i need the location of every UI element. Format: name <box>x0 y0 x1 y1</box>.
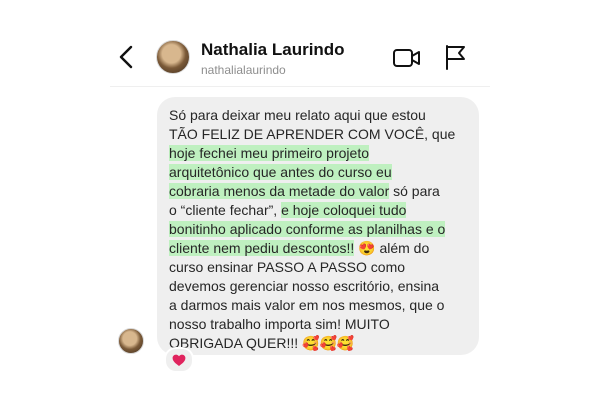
message-text: OBRIGADA QUER!!! 🥰🥰🥰 <box>169 335 355 351</box>
heart-icon <box>172 354 186 366</box>
header-divider <box>110 86 490 87</box>
message-line: bonitinho aplicado conforme as planilhas… <box>169 220 467 239</box>
message-line: devemos gerenciar nosso escritório, ensi… <box>169 277 467 296</box>
message-line: curso ensinar PASSO A PASSO como <box>169 258 467 277</box>
flag-icon[interactable] <box>443 44 467 70</box>
contact-username: nathalialaurindo <box>201 63 286 77</box>
message-text: Só para deixar meu relato aqui que estou <box>169 107 426 123</box>
chevron-left-icon[interactable] <box>116 44 138 70</box>
message-line: nosso trabalho importa sim! MUITO <box>169 315 467 334</box>
message-line: o “cliente fechar”, e hoje coloquei tudo <box>169 201 467 220</box>
message-text: o “cliente fechar”, <box>169 202 282 218</box>
avatar[interactable] <box>156 40 190 74</box>
message-text: TÃO FELIZ DE APRENDER COM VOCÊ, que <box>169 126 456 142</box>
message-text: a darmos mais valor em nos mesmos, que o <box>169 297 445 313</box>
message-text: curso ensinar PASSO A PASSO como <box>169 259 406 275</box>
message-line: cobraria menos da metade do valor só par… <box>169 182 467 201</box>
reaction-badge[interactable] <box>164 347 194 373</box>
video-camera-icon[interactable] <box>392 46 422 70</box>
message-bubble[interactable]: Só para deixar meu relato aqui que estou… <box>157 97 479 355</box>
highlighted-text: e hoje coloquei tudo <box>281 202 407 218</box>
message-text: 😍 além do <box>354 240 430 256</box>
message-line: a darmos mais valor em nos mesmos, que o <box>169 296 467 315</box>
contact-name[interactable]: Nathalia Laurindo <box>201 40 345 60</box>
message-line: TÃO FELIZ DE APRENDER COM VOCÊ, que <box>169 125 467 144</box>
message-line: Só para deixar meu relato aqui que estou <box>169 106 467 125</box>
highlighted-text: arquitetônico que antes do curso eu <box>169 164 392 180</box>
message-line: arquitetônico que antes do curso eu <box>169 163 467 182</box>
message-line: OBRIGADA QUER!!! 🥰🥰🥰 <box>169 334 467 353</box>
highlighted-text: bonitinho aplicado conforme as planilhas… <box>169 221 446 237</box>
message-line: hoje fechei meu primeiro projeto <box>169 144 467 163</box>
highlighted-text: cobraria menos da metade do valor <box>169 183 390 199</box>
sender-avatar[interactable] <box>118 328 144 354</box>
highlighted-text: cliente nem pediu descontos!! <box>169 240 355 256</box>
message-text: só para <box>389 183 440 199</box>
message-text: devemos gerenciar nosso escritório, ensi… <box>169 278 440 294</box>
chat-header: Nathalia Laurindo nathalialaurindo <box>0 0 600 88</box>
highlighted-text: hoje fechei meu primeiro projeto <box>169 145 369 161</box>
message-text: nosso trabalho importa sim! MUITO <box>169 316 390 332</box>
message-line: cliente nem pediu descontos!! 😍 além do <box>169 239 467 258</box>
